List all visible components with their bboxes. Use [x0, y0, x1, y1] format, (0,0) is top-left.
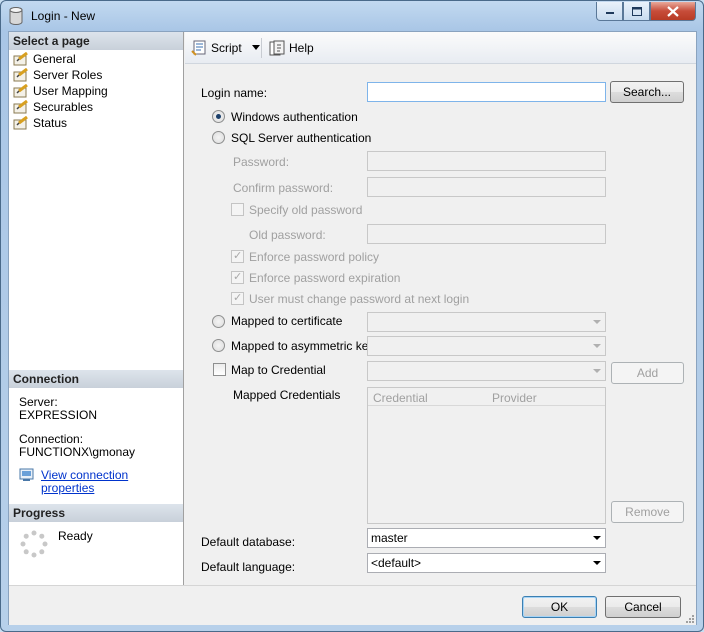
- asymmetric-key-select[interactable]: [367, 336, 606, 356]
- add-button[interactable]: Add: [611, 362, 684, 384]
- login-name-input[interactable]: [367, 82, 606, 102]
- default-language-select[interactable]: <default>: [367, 553, 606, 573]
- page-item-server-roles[interactable]: Server Roles: [13, 67, 102, 83]
- mapped-certificate-label: Mapped to certificate: [231, 314, 343, 328]
- mapped-credentials-label: Mapped Credentials: [233, 388, 341, 402]
- default-language-label: Default language:: [201, 560, 296, 574]
- windows-auth-label: Windows authentication: [231, 110, 358, 124]
- windows-auth-radio[interactable]: [212, 110, 225, 123]
- map-credential-label: Map to Credential: [231, 363, 326, 377]
- resize-grip-icon[interactable]: [684, 613, 694, 623]
- credential-column-header[interactable]: Credential: [373, 391, 428, 405]
- cancel-button[interactable]: Cancel: [605, 596, 681, 618]
- page-item-general[interactable]: General: [13, 51, 76, 67]
- login-name-label: Login name:: [201, 86, 268, 100]
- minimize-button[interactable]: [596, 2, 623, 21]
- page-item-label: User Mapping: [33, 84, 108, 98]
- script-icon: [191, 40, 206, 56]
- title-bar: Login - New: [1, 1, 703, 31]
- enforce-policy-label: Enforce password policy: [249, 250, 380, 264]
- must-change-checkbox[interactable]: [231, 291, 244, 305]
- help-button[interactable]: Help: [269, 40, 314, 56]
- specify-old-password-checkbox[interactable]: [231, 203, 244, 216]
- page-icon: [13, 68, 28, 82]
- specify-old-password-label: Specify old password: [249, 203, 363, 217]
- window-title: Login - New: [31, 9, 96, 23]
- enforce-policy-checkbox[interactable]: [231, 249, 244, 263]
- connection-properties-icon: [19, 468, 34, 481]
- progress-status: Ready: [58, 529, 93, 543]
- ok-button[interactable]: OK: [522, 596, 597, 618]
- search-button[interactable]: Search...: [610, 81, 684, 103]
- page-icon: [13, 52, 28, 66]
- page-icon: [13, 100, 28, 114]
- dialog-button-bar: OK Cancel: [9, 585, 696, 625]
- confirm-password-input[interactable]: [367, 177, 606, 197]
- page-item-status[interactable]: Status: [13, 115, 67, 131]
- page-icon: [13, 84, 28, 98]
- view-connection-properties-link[interactable]: View connection properties: [41, 469, 183, 495]
- page-item-user-mapping[interactable]: User Mapping: [13, 83, 108, 99]
- password-input[interactable]: [367, 151, 606, 171]
- progress-spinner-icon: [20, 530, 48, 558]
- default-database-label: Default database:: [201, 535, 296, 549]
- script-button[interactable]: Script: [191, 40, 261, 56]
- help-icon: [269, 40, 285, 56]
- toolbar-separator: [261, 38, 262, 58]
- select-page-header: Select a page: [9, 32, 183, 50]
- default-database-select[interactable]: master: [367, 528, 606, 548]
- mapped-asymmetric-key-label: Mapped to asymmetric key: [231, 339, 375, 353]
- progress-header: Progress: [9, 504, 183, 522]
- left-pane: Select a page General Server Roles User …: [9, 32, 184, 585]
- page-item-label: General: [33, 52, 76, 66]
- page-item-label: Securables: [33, 100, 94, 114]
- password-label: Password:: [233, 155, 290, 169]
- mapped-asymmetric-key-radio[interactable]: [212, 339, 225, 352]
- page-item-securables[interactable]: Securables: [13, 99, 93, 115]
- chevron-down-icon[interactable]: [251, 45, 261, 51]
- remove-button[interactable]: Remove: [611, 501, 684, 523]
- server-value: EXPRESSION: [19, 408, 98, 422]
- minimize-icon: [605, 12, 614, 14]
- old-password-input[interactable]: [367, 224, 606, 244]
- credential-select[interactable]: [367, 361, 606, 381]
- toolbar: Script Help: [185, 32, 696, 64]
- database-icon: [9, 7, 23, 25]
- connection-header: Connection: [9, 370, 183, 388]
- close-button[interactable]: [650, 2, 696, 21]
- sql-auth-radio[interactable]: [212, 131, 225, 144]
- connection-value: FUNCTIONX\gmonay: [19, 445, 136, 459]
- provider-column-header[interactable]: Provider: [492, 391, 537, 405]
- sql-auth-label: SQL Server authentication: [231, 131, 372, 145]
- mapped-certificate-radio[interactable]: [212, 315, 225, 328]
- certificate-select[interactable]: [367, 312, 606, 332]
- login-new-window: Login - New Select a page General Server…: [0, 0, 704, 632]
- page-icon: [13, 116, 28, 130]
- maximize-icon: [631, 6, 642, 16]
- must-change-label: User must change password at next login: [249, 292, 470, 306]
- map-credential-checkbox[interactable]: [213, 363, 226, 376]
- enforce-expiration-label: Enforce password expiration: [249, 271, 401, 285]
- maximize-button[interactable]: [623, 2, 650, 21]
- confirm-password-label: Confirm password:: [233, 181, 334, 195]
- grid-header: Credential Provider: [368, 388, 605, 406]
- dialog-client-area: Select a page General Server Roles User …: [8, 31, 697, 625]
- page-item-label: Status: [33, 116, 68, 130]
- mapped-credentials-grid[interactable]: Credential Provider: [367, 387, 606, 524]
- page-item-label: Server Roles: [33, 68, 103, 82]
- old-password-label: Old password:: [249, 228, 326, 242]
- close-icon: [667, 5, 679, 17]
- general-page: Script Help Login name: Search... Window…: [185, 32, 696, 585]
- enforce-expiration-checkbox[interactable]: [231, 270, 244, 284]
